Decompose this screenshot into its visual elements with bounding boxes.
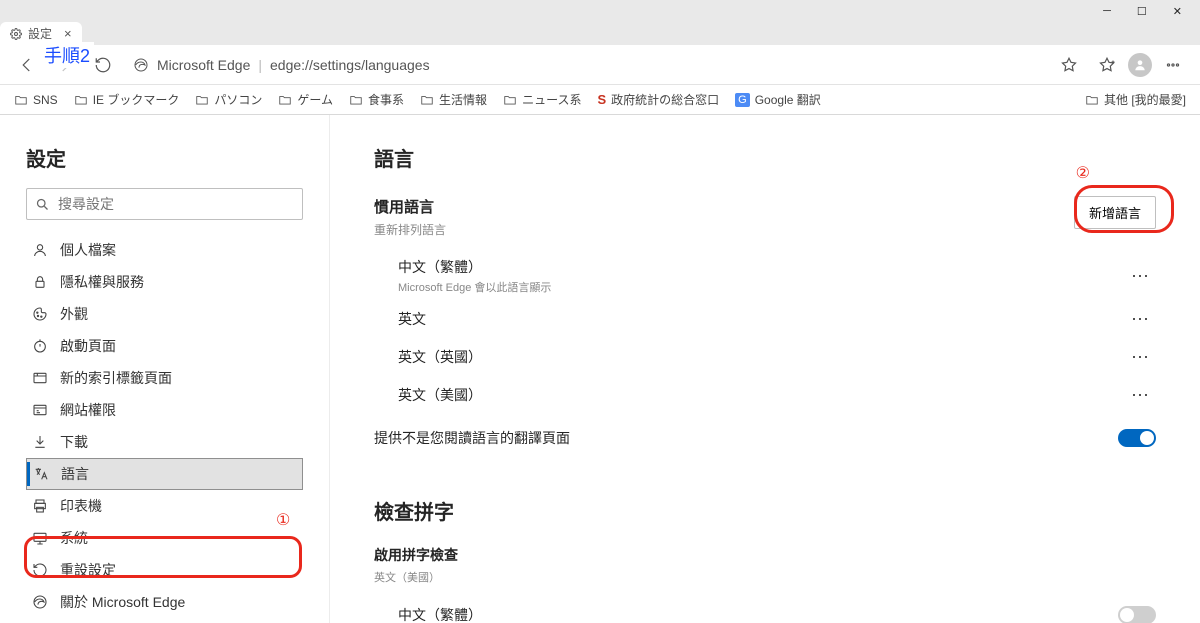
spellcheck-lang-toggle[interactable] [1118, 606, 1156, 623]
tab-title: 設定 [28, 25, 52, 42]
tab-close-icon[interactable]: × [64, 26, 72, 41]
annotation-number-1: ① [276, 510, 290, 530]
language-list: 中文（繁體） Microsoft Edge 會以此語言顯示 ⋯ 英文 ⋯ 英文（… [374, 252, 1156, 414]
bookmarks-bar: SNS IE ブックマーク パソコン ゲーム 食事系 生活情報 ニュース系 S政… [0, 85, 1200, 115]
bookmark-folder[interactable]: SNS [14, 93, 58, 107]
sidebar-item-printers[interactable]: 印表機 [26, 490, 303, 522]
language-name: 英文（美國） [398, 385, 482, 405]
sidebar-item-newtab[interactable]: 新的索引標籤頁面 [26, 362, 303, 394]
bookmark-folder[interactable]: IE ブックマーク [74, 91, 180, 108]
sidebar-title: 設定 [26, 143, 303, 172]
bookmark-folder[interactable]: ニュース系 [503, 91, 581, 108]
language-more-button[interactable]: ⋯ [1131, 309, 1156, 330]
bookmark-folder[interactable]: 食事系 [349, 91, 404, 108]
language-item: 英文（英國） ⋯ [398, 338, 1156, 376]
window-controls: ─ ☐ ✕ [0, 0, 1200, 22]
bookmark-link-gtranslate[interactable]: GGoogle 翻訳 [735, 91, 821, 108]
translate-icon: G [735, 93, 750, 107]
sidebar-item-startup[interactable]: 啟動頁面 [26, 330, 303, 362]
language-more-button[interactable]: ⋯ [1131, 385, 1156, 406]
sidebar-item-permissions[interactable]: 網站權限 [26, 394, 303, 426]
language-name: 英文（英國） [398, 347, 482, 367]
close-button[interactable]: ✕ [1173, 5, 1182, 18]
favorite-star-button[interactable] [1052, 48, 1086, 82]
address-bar[interactable]: Microsoft Edge | edge://settings/languag… [124, 52, 1048, 78]
settings-main: 語言 慣用語言 重新排列語言 新增語言 中文（繁體） Microsoft Edg… [330, 115, 1200, 623]
preferred-languages-sub: 重新排列語言 [374, 221, 446, 238]
back-button[interactable] [10, 48, 44, 82]
sidebar-item-downloads[interactable]: 下載 [26, 426, 303, 458]
overflow-menu-button[interactable] [1156, 48, 1190, 82]
annotation-number-2: ② [1076, 163, 1090, 183]
favorites-button[interactable] [1090, 48, 1124, 82]
tab-strip: 設定 × 手順2 [0, 22, 1200, 45]
settings-search[interactable] [26, 188, 303, 220]
gear-icon [10, 28, 22, 40]
sidebar-item-appearance[interactable]: 外觀 [26, 298, 303, 330]
sidebar-item-reset[interactable]: 重設設定 [26, 554, 303, 586]
sidebar-item-languages[interactable]: 語言 [26, 458, 303, 490]
sidebar-item-system[interactable]: 系統 [26, 522, 303, 554]
language-more-button[interactable]: ⋯ [1131, 266, 1156, 287]
page-title: 語言 [374, 143, 1156, 172]
settings-search-input[interactable] [58, 196, 294, 212]
annotation-step-label: 手順2 [40, 42, 94, 68]
bookmark-folder[interactable]: ゲーム [278, 91, 333, 108]
bookmark-overflow[interactable]: 其他 [我的最愛] [1085, 91, 1186, 108]
spellcheck-enable-title: 啟用拼字檢查 [374, 545, 1156, 565]
spellcheck-sub: 英文（美國） [374, 569, 1156, 585]
bookmark-folder[interactable]: 生活情報 [420, 91, 487, 108]
sidebar-item-privacy[interactable]: 隱私權與服務 [26, 266, 303, 298]
bookmark-folder[interactable]: パソコン [195, 91, 262, 108]
spellcheck-lang-name: 中文（繁體） [398, 605, 482, 623]
address-separator: | [258, 57, 262, 73]
language-item: 中文（繁體） Microsoft Edge 會以此語言顯示 ⋯ [398, 252, 1156, 300]
spellcheck-title: 檢查拼字 [374, 496, 1156, 525]
maximize-button[interactable]: ☐ [1137, 5, 1147, 18]
language-item: 英文 ⋯ [398, 300, 1156, 338]
sidebar-item-profile[interactable]: 個人檔案 [26, 234, 303, 266]
settings-sidebar: 設定 個人檔案 隱私權與服務 外觀 啟動頁面 新的索引標籤頁面 網站權限 下載 … [0, 115, 330, 623]
language-name: 英文 [398, 309, 426, 329]
profile-avatar[interactable] [1128, 53, 1152, 77]
s-icon: S [597, 92, 606, 107]
preferred-languages-title: 慣用語言 [374, 196, 446, 217]
edge-icon [133, 57, 149, 73]
settings-content: 設定 個人檔案 隱私權與服務 外觀 啟動頁面 新的索引標籤頁面 網站權限 下載 … [0, 115, 1200, 623]
search-icon [35, 197, 50, 212]
language-name: 中文（繁體） [398, 257, 551, 277]
spellcheck-lang-row: 中文（繁體） [374, 605, 1156, 623]
language-item: 英文（美國） ⋯ [398, 376, 1156, 414]
add-language-button[interactable]: 新增語言 [1074, 196, 1156, 229]
translate-toggle[interactable] [1118, 429, 1156, 447]
language-sub: Microsoft Edge 會以此語言顯示 [398, 279, 551, 295]
address-app-name: Microsoft Edge [157, 57, 250, 73]
minimize-button[interactable]: ─ [1103, 5, 1111, 17]
toolbar: Microsoft Edge | edge://settings/languag… [0, 45, 1200, 85]
bookmark-link-gov[interactable]: S政府統計の総合窓口 [597, 91, 719, 108]
translate-toggle-row: 提供不是您閱讀語言的翻譯頁面 [374, 428, 1156, 448]
translate-label: 提供不是您閱讀語言的翻譯頁面 [374, 428, 570, 448]
sidebar-item-about[interactable]: 關於 Microsoft Edge [26, 586, 303, 618]
address-url: edge://settings/languages [270, 57, 430, 73]
language-more-button[interactable]: ⋯ [1131, 347, 1156, 368]
